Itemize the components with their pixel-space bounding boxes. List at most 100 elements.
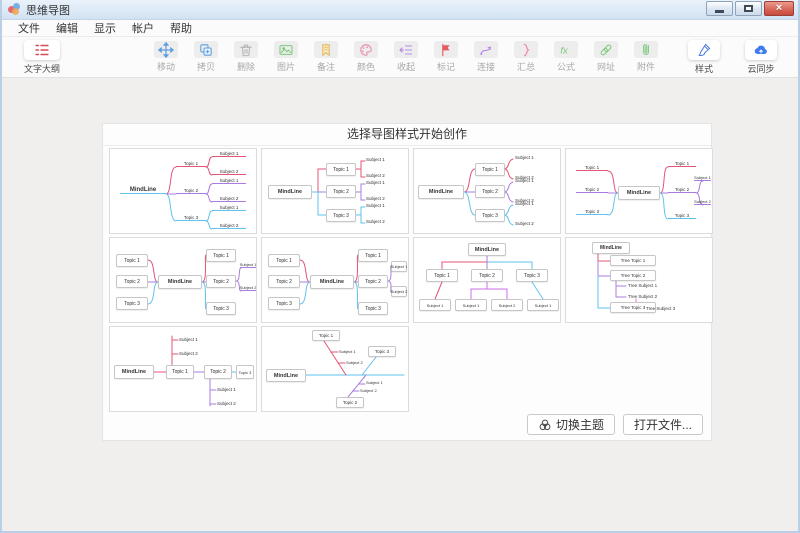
node-subject: Subject 1 bbox=[694, 174, 711, 181]
node-subject: Tree Subject 3 bbox=[646, 306, 675, 311]
template-card-tree-chart[interactable]: MindLine Tree Topic 1 Tree Topic 2 Tree … bbox=[565, 237, 713, 323]
style-brush-icon bbox=[696, 42, 712, 58]
node-subject: Subject 1 bbox=[212, 204, 246, 211]
template-card-brace-map[interactable]: MindLine Topic 1 Topic 2 Topic 3 Subject… bbox=[413, 148, 561, 234]
node-subject: Subject 1 bbox=[339, 349, 356, 354]
toolbar-center-group: 移动 拷贝 删除 图片 备注 颜色 bbox=[146, 41, 666, 73]
minimize-button[interactable] bbox=[706, 1, 733, 16]
node-subject: Subject 1 bbox=[212, 177, 246, 184]
switch-theme-label: 切换主题 bbox=[556, 416, 604, 433]
palette-icon bbox=[358, 42, 374, 58]
toolbar-button-delete[interactable]: 删除 bbox=[226, 41, 266, 73]
node-subject: Subject 2 bbox=[366, 173, 385, 178]
theme-circles-icon bbox=[538, 418, 552, 432]
template-card-mind-map-boxed[interactable]: MindLine Topic 1 Topic 2 Topic 3 Topic 1… bbox=[109, 237, 257, 323]
tool-label: 附件 bbox=[637, 60, 655, 73]
cloud-sync-button[interactable]: 云同步 bbox=[736, 40, 786, 75]
node-root: MindLine bbox=[120, 184, 166, 194]
menu-view[interactable]: 显示 bbox=[86, 20, 124, 36]
node-topic: Topic 3 bbox=[358, 302, 388, 315]
node-root: MindLine bbox=[114, 365, 154, 379]
node-subject: Subject 2 bbox=[391, 286, 407, 297]
close-button[interactable]: × bbox=[764, 1, 794, 16]
node-subject: Subject 1 bbox=[366, 380, 383, 385]
template-card-logic-curved[interactable]: MindLine Topic 1 Topic 2 Topic 3 Subject… bbox=[109, 148, 257, 234]
menu-help[interactable]: 帮助 bbox=[162, 20, 200, 36]
maximize-button[interactable] bbox=[735, 1, 762, 16]
node-topic: Topic 2 bbox=[471, 269, 503, 282]
minimize-icon bbox=[715, 10, 724, 13]
template-card-fishbone[interactable]: MindLine Topic 1 Topic 3 Topic 2 Subject… bbox=[261, 326, 409, 412]
node-topic: Topic 1 bbox=[312, 330, 340, 341]
brace-icon bbox=[518, 42, 534, 58]
node-topic: Topic 3 bbox=[368, 346, 396, 357]
node-topic: Topic 3 bbox=[668, 211, 696, 219]
toolbar-button-collapse[interactable]: 收起 bbox=[386, 41, 426, 73]
node-subject: Subject 2 bbox=[240, 284, 256, 291]
style-label: 样式 bbox=[695, 62, 713, 75]
tool-label: 公式 bbox=[557, 60, 575, 73]
main-area: 选择导图样式开始创作 MindLine Topic 1 Topic 2 Topi… bbox=[2, 78, 798, 533]
node-subject: Subject 1 bbox=[419, 299, 451, 311]
panel-title: 选择导图样式开始创作 bbox=[103, 124, 711, 146]
node-subject: Subject 2 bbox=[217, 401, 236, 406]
node-subject: Subject 2 bbox=[491, 299, 523, 311]
toolbar-button-connect[interactable]: 连接 bbox=[466, 41, 506, 73]
tool-label: 连接 bbox=[477, 60, 495, 73]
switch-theme-button[interactable]: 切换主题 bbox=[527, 414, 615, 435]
open-file-button[interactable]: 打开文件... bbox=[623, 414, 703, 435]
node-topic: Topic 3 bbox=[176, 213, 206, 221]
template-chooser-panel: 选择导图样式开始创作 MindLine Topic 1 Topic 2 Topi… bbox=[102, 123, 712, 441]
node-topic: Topic 2 bbox=[326, 185, 356, 198]
node-root: MindLine bbox=[418, 185, 464, 199]
toolbar-button-move[interactable]: 移动 bbox=[146, 41, 186, 73]
template-card-timeline-chain[interactable]: MindLine Topic 1 Topic 2 Topic 3 Subject… bbox=[109, 326, 257, 412]
node-topic: Topic 2 bbox=[475, 185, 505, 198]
menu-file[interactable]: 文件 bbox=[10, 20, 48, 36]
node-topic: Topic 3 bbox=[236, 365, 254, 379]
node-subject: Subject 1 bbox=[366, 180, 385, 185]
tool-label: 图片 bbox=[277, 60, 295, 73]
node-subject: Subject 2 bbox=[366, 196, 385, 201]
node-topic: Topic 2 bbox=[268, 275, 300, 288]
tool-label: 网址 bbox=[597, 60, 615, 73]
toolbar-button-note[interactable]: 备注 bbox=[306, 41, 346, 73]
toolbar-button-copy[interactable]: 拷贝 bbox=[186, 41, 226, 73]
menubar: 文件 编辑 显示 帐户 帮助 bbox=[2, 20, 798, 37]
node-topic: Topic 3 bbox=[516, 269, 548, 282]
toolbar-button-color[interactable]: 颜色 bbox=[346, 41, 386, 73]
menu-edit[interactable]: 编辑 bbox=[48, 20, 86, 36]
cloud-sync-icon bbox=[752, 42, 770, 58]
node-subject: Tree Subject 1 bbox=[628, 283, 657, 288]
node-subject: Subject 2 bbox=[212, 168, 246, 175]
node-subject: Subject 2 bbox=[515, 221, 534, 226]
template-card-mind-map-boxed-subjects[interactable]: MindLine Topic 1 Topic 2 Topic 3 Topic 1… bbox=[261, 237, 409, 323]
app-window: 思维导图 × 文件 编辑 显示 帐户 帮助 文字大纲 移动 拷贝 bbox=[0, 0, 800, 533]
node-subject: Tree Subject 2 bbox=[628, 294, 657, 299]
window-title: 思维导图 bbox=[26, 2, 70, 18]
toolbar-button-image[interactable]: 图片 bbox=[266, 41, 306, 73]
toolbar-button-mark[interactable]: 标记 bbox=[426, 41, 466, 73]
node-root: MindLine bbox=[158, 275, 202, 289]
template-card-mind-map-underline[interactable]: MindLine Topic 1 Topic 2 Topic 3 Topic 1… bbox=[565, 148, 713, 234]
node-topic: Topic 2 bbox=[668, 185, 696, 193]
link-icon bbox=[598, 42, 614, 58]
tool-label: 备注 bbox=[317, 60, 335, 73]
template-card-logic-elbow[interactable]: MindLine Topic 1 Topic 2 Topic 3 Subject… bbox=[261, 148, 409, 234]
connect-icon bbox=[478, 42, 494, 58]
toolbar-button-formula[interactable]: fx 公式 bbox=[546, 41, 586, 73]
outline-button[interactable]: 文字大纲 bbox=[16, 40, 68, 75]
toolbar-button-url[interactable]: 网址 bbox=[586, 41, 626, 73]
copy-icon bbox=[198, 42, 214, 58]
tool-label: 移动 bbox=[157, 60, 175, 73]
toolbar-button-summary[interactable]: 汇总 bbox=[506, 41, 546, 73]
template-card-org-chart[interactable]: MindLine Topic 1 Topic 2 Topic 3 Subject… bbox=[413, 237, 561, 323]
node-topic: Topic 1 bbox=[116, 254, 148, 267]
node-subject: Subject 2 bbox=[360, 388, 377, 393]
node-subject: Subject 1 bbox=[212, 150, 246, 157]
menu-account[interactable]: 帐户 bbox=[124, 20, 162, 36]
node-topic: Topic 1 bbox=[668, 159, 696, 167]
node-root: MindLine bbox=[618, 186, 660, 200]
toolbar-button-attachment[interactable]: 附件 bbox=[626, 41, 666, 73]
style-button[interactable]: 样式 bbox=[682, 40, 726, 75]
